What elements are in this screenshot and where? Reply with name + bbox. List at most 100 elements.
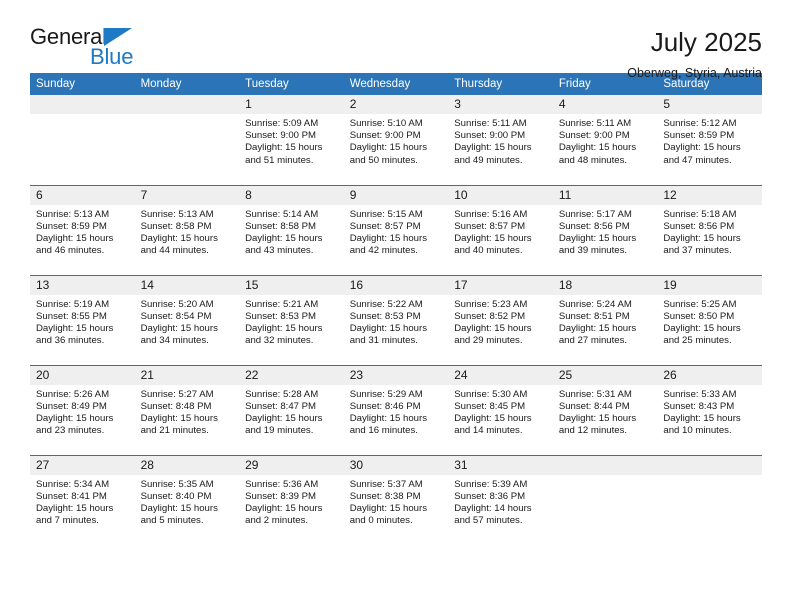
calendar-week-row: 6 Sunrise: 5:13 AM Sunset: 8:59 PM Daylight… xyxy=(30,184,762,275)
day-details: Sunrise: 5:13 AM Sunset: 8:58 PM Daylight:… xyxy=(135,205,240,258)
day-number: 10 xyxy=(448,185,553,205)
calendar-day-cell[interactable]: 29 Sunrise: 5:36 AM Sunset: 8:39 PM Dayligh… xyxy=(239,454,344,545)
page-title: July 2025 xyxy=(650,27,762,57)
calendar-day-cell[interactable]: 9 Sunrise: 5:15 AM Sunset: 8:57 PM Daylight… xyxy=(343,184,449,275)
sunrise-text: Sunrise: 5:11 AM xyxy=(454,118,527,129)
daylight-text: Daylight: 15 hours and 29 minutes. xyxy=(454,322,532,347)
daylight-text: Daylight: 14 hours and 57 minutes. xyxy=(454,502,532,527)
weekday-header-thursday: Thursday xyxy=(448,73,553,95)
calendar-week-row: 1 Sunrise: 5:09 AM Sunset: 9:00 PM Daylight… xyxy=(30,95,762,185)
daylight-text: Daylight: 15 hours and 36 minutes. xyxy=(36,322,114,347)
calendar-day-cell-empty xyxy=(30,95,135,185)
calendar-day-cell[interactable]: 12 Sunrise: 5:18 AM Sunset: 8:56 PM Dayligh… xyxy=(657,184,762,275)
sunset-text: Sunset: 8:59 PM xyxy=(663,130,735,142)
sunrise-text: Sunrise: 5:24 AM xyxy=(558,298,632,310)
sunset-text: Sunset: 8:58 PM xyxy=(245,220,317,232)
sunset-text: Sunset: 8:54 PM xyxy=(140,310,212,322)
sunset-text: Sunset: 8:52 PM xyxy=(454,310,526,322)
day-details: Sunrise: 5:34 AM Sunset: 8:41 PM Daylight:… xyxy=(30,475,135,528)
sunset-text: Sunset: 8:43 PM xyxy=(663,400,735,412)
daylight-text: Daylight: 15 hours and 40 minutes. xyxy=(454,232,532,257)
calendar-day-cell[interactable]: 27 Sunrise: 5:34 AM Sunset: 8:41 PM Dayligh… xyxy=(30,454,135,545)
calendar-day-cell[interactable]: 26 Sunrise: 5:33 AM Sunset: 8:43 PM Dayligh… xyxy=(657,364,762,455)
sunset-text: Sunset: 8:53 PM xyxy=(349,310,421,322)
calendar-day-cell[interactable]: 31 Sunrise: 5:39 AM Sunset: 8:36 PM Dayligh… xyxy=(448,454,553,545)
day-number xyxy=(30,95,135,114)
calendar-day-cell[interactable]: 3 Sunrise: 5:11 AM Sunset: 9:00 PM Daylight… xyxy=(448,95,553,185)
calendar-day-cell[interactable]: 17 Sunrise: 5:23 AM Sunset: 8:52 PM Dayligh… xyxy=(448,274,553,365)
daylight-text: Daylight: 15 hours and 25 minutes. xyxy=(663,322,741,347)
sunrise-text: Sunrise: 5:34 AM xyxy=(36,478,110,490)
calendar-day-cell[interactable]: 11 Sunrise: 5:17 AM Sunset: 8:56 PM Dayligh… xyxy=(552,184,658,275)
calendar-day-cell[interactable]: 15 Sunrise: 5:21 AM Sunset: 8:53 PM Dayligh… xyxy=(239,274,344,365)
sunset-text: Sunset: 8:38 PM xyxy=(349,490,421,502)
day-details: Sunrise: 5:24 AM Sunset: 8:51 PM Daylight:… xyxy=(553,295,658,348)
day-number: 27 xyxy=(30,455,135,475)
sunrise-text: Sunrise: 5:20 AM xyxy=(140,298,214,310)
day-number: 4 xyxy=(552,95,658,114)
page-header: General Blue July 2025 Oberweg, Styria, … xyxy=(30,0,762,80)
calendar-day-cell[interactable]: 14 Sunrise: 5:20 AM Sunset: 8:54 PM Dayligh… xyxy=(134,274,240,365)
logo-text-blue: Blue xyxy=(90,44,134,69)
calendar-day-cell[interactable]: 24 Sunrise: 5:30 AM Sunset: 8:45 PM Dayligh… xyxy=(448,364,553,455)
sunset-text: Sunset: 8:41 PM xyxy=(36,490,107,502)
sunrise-text: Sunrise: 5:22 AM xyxy=(349,298,423,310)
calendar-day-cell[interactable]: 5 Sunrise: 5:12 AM Sunset: 8:59 PM Daylight… xyxy=(657,95,762,185)
day-details: Sunrise: 5:23 AM Sunset: 8:52 PM Daylight:… xyxy=(448,295,553,348)
sunset-text: Sunset: 8:40 PM xyxy=(140,490,212,502)
day-number: 3 xyxy=(448,95,553,114)
calendar-day-cell[interactable]: 16 Sunrise: 5:22 AM Sunset: 8:53 PM Dayligh… xyxy=(343,274,449,365)
daylight-text: Daylight: 15 hours and 46 minutes. xyxy=(36,232,114,257)
calendar-day-cell[interactable]: 7 Sunrise: 5:13 AM Sunset: 8:58 PM Daylight… xyxy=(134,184,240,275)
daylight-text: Daylight: 15 hours and 51 minutes. xyxy=(245,142,323,166)
calendar-day-cell[interactable]: 13 Sunrise: 5:19 AM Sunset: 8:55 PM Dayligh… xyxy=(30,274,135,365)
day-details: Sunrise: 5:15 AM Sunset: 8:57 PM Daylight:… xyxy=(344,205,449,258)
sunset-text: Sunset: 8:44 PM xyxy=(558,400,630,412)
day-details: Sunrise: 5:39 AM Sunset: 8:36 PM Daylight:… xyxy=(448,475,553,528)
sunset-text: Sunset: 8:59 PM xyxy=(36,220,107,232)
calendar-day-cell[interactable]: 22 Sunrise: 5:28 AM Sunset: 8:47 PM Dayligh… xyxy=(239,364,344,455)
calendar-body: 1 Sunrise: 5:09 AM Sunset: 9:00 PM Daylight… xyxy=(30,95,762,545)
day-details: Sunrise: 5:26 AM Sunset: 8:49 PM Daylight:… xyxy=(30,385,135,438)
calendar-day-cell[interactable]: 25 Sunrise: 5:31 AM Sunset: 8:44 PM Dayligh… xyxy=(552,364,658,455)
calendar-day-cell[interactable]: 1 Sunrise: 5:09 AM Sunset: 9:00 PM Daylight… xyxy=(239,95,344,185)
calendar-day-cell[interactable]: 2 Sunrise: 5:10 AM Sunset: 9:00 PM Daylight… xyxy=(343,95,449,185)
day-details: Sunrise: 5:31 AM Sunset: 8:44 PM Daylight:… xyxy=(553,385,658,438)
calendar-day-cell[interactable]: 4 Sunrise: 5:11 AM Sunset: 9:00 PM Daylight… xyxy=(552,95,658,185)
calendar-day-cell[interactable]: 8 Sunrise: 5:14 AM Sunset: 8:58 PM Daylight… xyxy=(239,184,344,275)
day-details: Sunrise: 5:25 AM Sunset: 8:50 PM Daylight:… xyxy=(657,295,762,348)
calendar-day-cell[interactable]: 10 Sunrise: 5:16 AM Sunset: 8:57 PM Dayligh… xyxy=(448,184,553,275)
day-details: Sunrise: 5:36 AM Sunset: 8:39 PM Daylight:… xyxy=(239,475,344,528)
day-details: Sunrise: 5:19 AM Sunset: 8:55 PM Daylight:… xyxy=(30,295,135,348)
sunset-text: Sunset: 8:57 PM xyxy=(454,220,526,232)
daylight-text: Daylight: 15 hours and 48 minutes. xyxy=(558,142,637,166)
calendar-day-cell[interactable]: 20 Sunrise: 5:26 AM Sunset: 8:49 PM Dayligh… xyxy=(30,364,135,455)
calendar-day-cell[interactable]: 30 Sunrise: 5:37 AM Sunset: 8:38 PM Dayligh… xyxy=(343,454,449,545)
daylight-text: Daylight: 15 hours and 14 minutes. xyxy=(454,412,532,437)
sunset-text: Sunset: 8:50 PM xyxy=(663,310,735,322)
day-number: 28 xyxy=(134,455,240,475)
sunrise-text: Sunrise: 5:12 AM xyxy=(663,118,737,129)
day-details: Sunrise: 5:17 AM Sunset: 8:56 PM Daylight:… xyxy=(553,205,658,258)
day-details: Sunrise: 5:11 AM Sunset: 9:00 PM Daylight:… xyxy=(448,114,553,167)
calendar-day-cell[interactable]: 6 Sunrise: 5:13 AM Sunset: 8:59 PM Daylight… xyxy=(30,184,135,275)
sunrise-text: Sunrise: 5:29 AM xyxy=(349,388,423,400)
calendar-day-cell[interactable]: 19 Sunrise: 5:25 AM Sunset: 8:50 PM Dayligh… xyxy=(657,274,762,365)
calendar-day-cell[interactable]: 18 Sunrise: 5:24 AM Sunset: 8:51 PM Dayligh… xyxy=(552,274,658,365)
day-number: 20 xyxy=(30,365,135,385)
sunset-text: Sunset: 8:56 PM xyxy=(663,220,735,232)
day-details: Sunrise: 5:20 AM Sunset: 8:54 PM Daylight:… xyxy=(135,295,240,348)
calendar-day-cell[interactable]: 23 Sunrise: 5:29 AM Sunset: 8:46 PM Dayligh… xyxy=(343,364,449,455)
day-number: 5 xyxy=(657,95,762,114)
day-details: Sunrise: 5:18 AM Sunset: 8:56 PM Daylight:… xyxy=(657,205,762,258)
sunrise-text: Sunrise: 5:16 AM xyxy=(454,208,528,220)
sunrise-text: Sunrise: 5:18 AM xyxy=(663,208,737,220)
calendar-day-cell[interactable]: 21 Sunrise: 5:27 AM Sunset: 8:48 PM Dayligh… xyxy=(134,364,240,455)
day-number: 17 xyxy=(448,275,553,295)
calendar-week-row: 27 Sunrise: 5:34 AM Sunset: 8:41 PM Dayligh… xyxy=(30,454,762,545)
sunrise-text: Sunrise: 5:25 AM xyxy=(663,298,737,310)
day-number: 23 xyxy=(343,365,449,385)
calendar-day-cell[interactable]: 28 Sunrise: 5:35 AM Sunset: 8:40 PM Dayligh… xyxy=(134,454,240,545)
sunrise-text: Sunrise: 5:28 AM xyxy=(245,388,319,400)
day-details: Sunrise: 5:21 AM Sunset: 8:53 PM Daylight:… xyxy=(239,295,344,348)
